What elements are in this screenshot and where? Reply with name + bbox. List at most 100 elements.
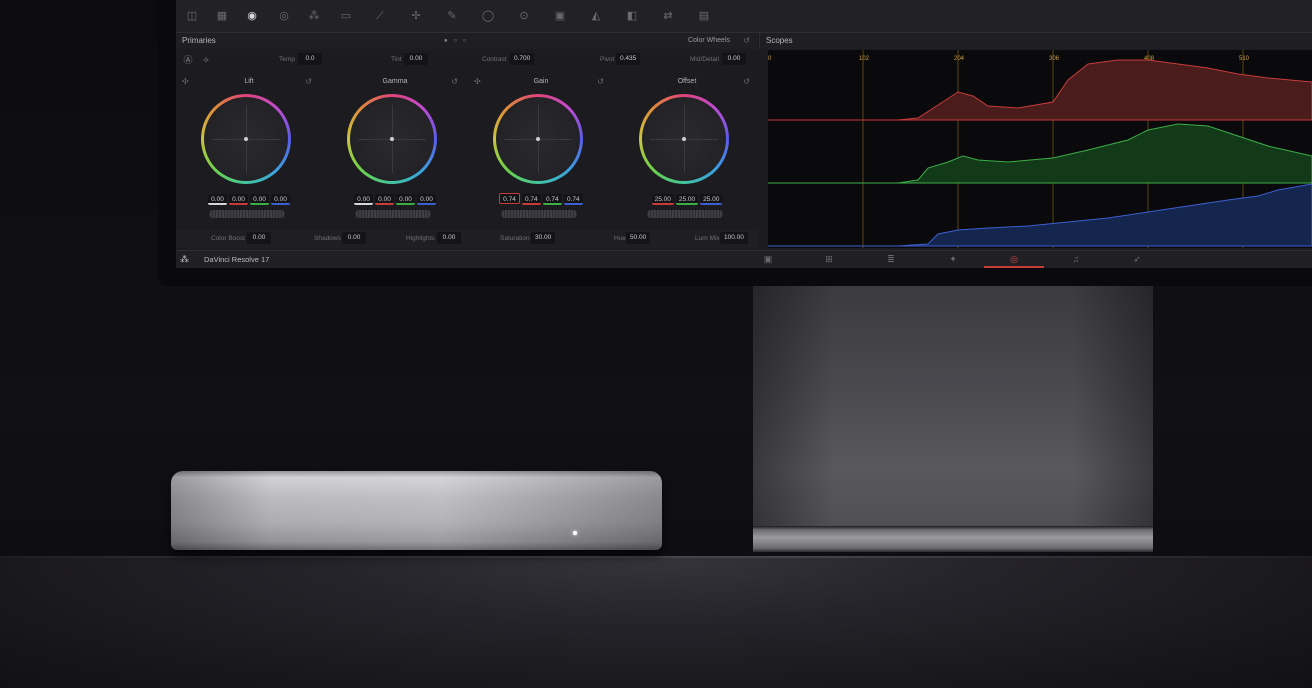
qualifier-icon[interactable]: ✎ bbox=[444, 8, 460, 24]
axis-label: 204 bbox=[954, 56, 965, 62]
color-boost-field[interactable]: 0.00 bbox=[247, 232, 271, 244]
highlights-field[interactable]: 0.00 bbox=[437, 232, 461, 244]
axis-label: 102 bbox=[859, 56, 870, 62]
primaries-header: Primaries ● ○ ○ Color Wheels ↺ bbox=[176, 33, 758, 49]
gain-r-value[interactable]: 0.74 bbox=[521, 194, 541, 205]
gamma-r-value[interactable]: 0.00 bbox=[375, 194, 394, 205]
sizing-icon[interactable]: ⇄ bbox=[660, 8, 676, 24]
hue-label: Hue bbox=[614, 235, 626, 242]
gain-b-value[interactable]: 0.74 bbox=[563, 194, 583, 205]
resolve-logo-icon: ⁂ bbox=[180, 254, 189, 264]
primary-bottom-row: Color Boost 0.00 Shadows 0.00 Highlights… bbox=[176, 230, 758, 248]
offset-g-value[interactable]: 25.00 bbox=[675, 194, 699, 205]
lift-wheel-block: ✣ Lift ↺ 0.00 0.00 0.00 0.00 bbox=[176, 72, 322, 228]
gain-g-value[interactable]: 0.74 bbox=[542, 194, 562, 205]
horizon-line bbox=[0, 556, 1312, 558]
active-page-indicator bbox=[984, 266, 1044, 268]
reset-icon[interactable]: ↺ bbox=[743, 77, 750, 86]
page-dots[interactable]: ● ○ ○ bbox=[444, 33, 468, 49]
gamma-b-value[interactable]: 0.00 bbox=[417, 194, 436, 205]
gain-master-slider[interactable] bbox=[501, 210, 577, 218]
gain-wheel[interactable] bbox=[493, 94, 583, 184]
window-icon[interactable]: ◯ bbox=[480, 8, 496, 24]
lift-b-value[interactable]: 0.00 bbox=[271, 194, 290, 205]
blue-channel-trace bbox=[768, 183, 1312, 247]
key-icon[interactable]: ◧ bbox=[624, 8, 640, 24]
motion-icon[interactable]: ▭ bbox=[338, 8, 354, 24]
reset-icon[interactable]: ↺ bbox=[451, 77, 458, 86]
lift-g-value[interactable]: 0.00 bbox=[250, 194, 269, 205]
shadows-field[interactable]: 0.00 bbox=[342, 232, 366, 244]
color-match-icon[interactable]: ▦ bbox=[214, 8, 230, 24]
lift-master-slider[interactable] bbox=[209, 210, 285, 218]
lift-label: Lift bbox=[244, 78, 254, 85]
scopes-header: Scopes bbox=[759, 33, 1312, 49]
gamma-g-value[interactable]: 0.00 bbox=[396, 194, 415, 205]
monitor-stand bbox=[753, 286, 1153, 552]
contrast-field[interactable]: 0.700 bbox=[510, 53, 535, 65]
media-page-icon[interactable]: ▣ bbox=[761, 254, 775, 265]
color-toolbar: ◫ ▦ ◉ ◎ ⁂ ▭ ⟋ ✢ ✎ ◯ ⊙ ▣ ◭ ◧ ⇄ ▤ bbox=[176, 0, 1312, 33]
deliver-page-icon[interactable]: ➶ bbox=[1130, 254, 1144, 265]
axis-label: 510 bbox=[1239, 56, 1250, 62]
saturation-label: Saturation bbox=[500, 235, 530, 242]
primaries-icon[interactable]: ◉ bbox=[244, 8, 260, 24]
color-boost-label: Color Boost bbox=[211, 235, 245, 242]
tint-label: Tint bbox=[391, 56, 402, 63]
curves-icon[interactable]: ⟋ bbox=[372, 8, 388, 24]
lift-y-value[interactable]: 0.00 bbox=[208, 194, 227, 205]
offset-wheel[interactable] bbox=[639, 94, 729, 184]
gamma-y-value[interactable]: 0.00 bbox=[354, 194, 373, 205]
picker-icon[interactable]: ✧ bbox=[200, 54, 212, 66]
auto-balance-icon[interactable]: Ⓐ bbox=[182, 54, 194, 66]
red-channel-trace bbox=[768, 59, 1312, 121]
offset-r-value[interactable]: 25.00 bbox=[651, 194, 674, 205]
pivot-field[interactable]: 0.435 bbox=[616, 53, 641, 65]
color-wheels: ✣ Lift ↺ 0.00 0.00 0.00 0.00 Gamma ↺ 0.00 0.… bbox=[176, 72, 758, 228]
lift-wheel[interactable] bbox=[201, 94, 291, 184]
fusion-page-icon[interactable]: ✦ bbox=[946, 254, 960, 265]
lum-mix-field[interactable]: 100.00 bbox=[720, 232, 748, 244]
gamma-label: Gamma bbox=[382, 78, 408, 85]
resolve-screen: ◫ ▦ ◉ ◎ ⁂ ▭ ⟋ ✢ ✎ ◯ ⊙ ▣ ◭ ◧ ⇄ ▤ Primarie… bbox=[176, 0, 1312, 268]
rgb-mixer-icon[interactable]: ⁂ bbox=[306, 8, 322, 24]
gamma-wheel-block: Gamma ↺ 0.00 0.00 0.00 0.00 bbox=[322, 72, 468, 228]
lift-r-value[interactable]: 0.00 bbox=[229, 194, 248, 205]
3d-icon[interactable]: ▤ bbox=[696, 8, 712, 24]
gamma-master-slider[interactable] bbox=[355, 210, 431, 218]
reset-icon[interactable]: ↺ bbox=[305, 77, 312, 86]
blur-icon[interactable]: ◭ bbox=[588, 8, 604, 24]
primary-adjust-row: Ⓐ ✧ Temp 0.0 Tint 0.00 Contrast 0.700 Pi… bbox=[176, 51, 758, 69]
offset-master-slider[interactable] bbox=[647, 210, 723, 218]
contrast-label: Contrast bbox=[482, 56, 507, 63]
saturation-field[interactable]: 30.00 bbox=[531, 232, 556, 244]
fairlight-page-icon[interactable]: ♫ bbox=[1069, 254, 1083, 264]
primaries-title: Primaries bbox=[182, 36, 216, 45]
offset-b-value[interactable]: 25.00 bbox=[700, 194, 723, 205]
reset-icon[interactable]: ↺ bbox=[597, 77, 604, 86]
camera-raw-icon[interactable]: ◫ bbox=[184, 8, 200, 24]
reset-icon[interactable]: ↺ bbox=[743, 33, 750, 49]
edit-page-icon[interactable]: ≣ bbox=[884, 254, 898, 265]
gain-wheel-block: ✣ Gain ↺ 0.74 0.74 0.74 0.74 bbox=[468, 72, 614, 228]
middetail-label: Mid/Detail bbox=[690, 56, 719, 63]
color-warper-icon[interactable]: ✢ bbox=[408, 8, 424, 24]
gain-y-value[interactable]: 0.74 bbox=[499, 193, 520, 204]
tint-field[interactable]: 0.00 bbox=[404, 53, 428, 65]
mode-dropdown[interactable]: Color Wheels bbox=[688, 33, 730, 49]
axis-label: 0 bbox=[768, 56, 772, 62]
hdr-icon[interactable]: ◎ bbox=[276, 8, 292, 24]
cut-page-icon[interactable]: ⊞ bbox=[822, 254, 836, 265]
mac-mini bbox=[171, 471, 662, 550]
middetail-field[interactable]: 0.00 bbox=[722, 53, 746, 65]
lum-mix-label: Lum Mix bbox=[695, 235, 720, 242]
axis-label: 306 bbox=[1049, 56, 1060, 62]
hue-field[interactable]: 50.00 bbox=[626, 232, 651, 244]
temp-field[interactable]: 0.0 bbox=[298, 53, 322, 65]
highlights-label: Highlights bbox=[406, 235, 435, 242]
gamma-wheel[interactable] bbox=[347, 94, 437, 184]
color-page-icon[interactable]: ◎ bbox=[1007, 254, 1021, 265]
magic-mask-icon[interactable]: ▣ bbox=[552, 8, 568, 24]
shadows-label: Shadows bbox=[314, 235, 341, 242]
tracker-icon[interactable]: ⊙ bbox=[516, 8, 532, 24]
